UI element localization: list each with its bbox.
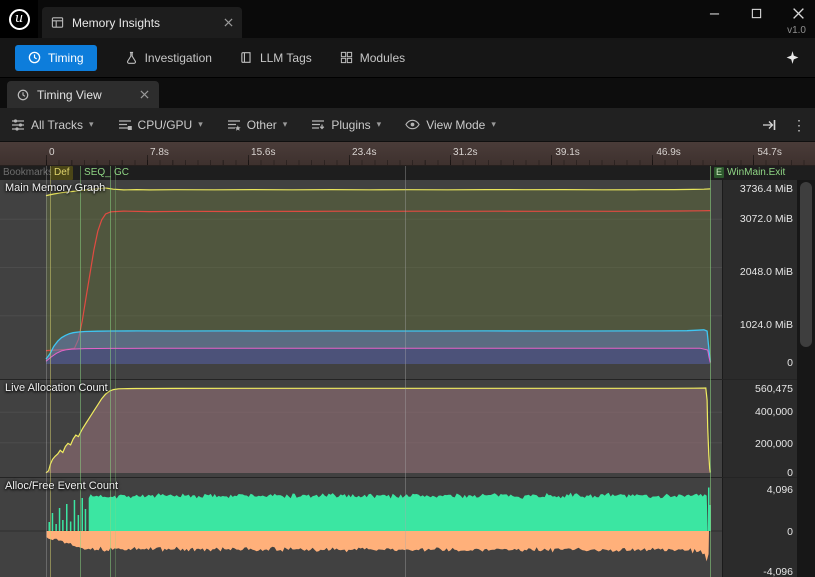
- llm-tags-button-label: LLM Tags: [260, 51, 312, 65]
- vertical-scrollbar[interactable]: [797, 180, 815, 577]
- unreal-engine-logo[interactable]: u: [0, 0, 38, 38]
- table-grid-icon: [51, 16, 64, 29]
- timeline-panel: 0 7.8s 15.6s 23.4s 31.2s 39.1s 46.9s 54.7s Book…: [0, 142, 815, 577]
- view-mode-dropdown[interactable]: View Mode ▾: [405, 118, 496, 132]
- main-memory-chart: [0, 180, 722, 380]
- chevron-down-icon: ▾: [377, 119, 382, 130]
- tab-close-icon[interactable]: [224, 18, 233, 27]
- chevron-down-icon: ▾: [283, 119, 288, 130]
- tracks-area: Main Memory Graph 3736.4 MiB 3072.0 MiB 20…: [0, 180, 815, 577]
- window-controls: [705, 3, 807, 23]
- title-bar: u Memory Insights v1.0: [0, 0, 815, 38]
- modules-button-label: Modules: [360, 51, 405, 65]
- tracks-filter-icon: [11, 119, 25, 131]
- investigation-button-label: Investigation: [145, 51, 212, 65]
- track-live-allocation-count[interactable]: Live Allocation Count 560,475 400,000 200,…: [0, 380, 815, 478]
- axis-label: 4,096: [767, 484, 793, 496]
- minimize-button[interactable]: [705, 3, 723, 23]
- other-label: Other: [247, 118, 277, 132]
- main-toolbar: Timing Investigation LLM Tags Modules: [0, 38, 815, 78]
- tab-timing-view[interactable]: Timing View: [7, 81, 159, 108]
- axis-label: 0: [787, 357, 793, 369]
- modules-icon: [340, 51, 353, 64]
- alloc-free-chart: [0, 478, 722, 577]
- track-title-alloc-free: Alloc/Free Event Count: [5, 480, 118, 492]
- other-filter-icon: [227, 119, 241, 131]
- filter-bar: All Tracks ▾ CPU/GPU ▾ Other ▾ Plugins ▾…: [0, 108, 815, 142]
- track-alloc-free-event-count[interactable]: Alloc/Free Event Count 4,096 0 -4,096: [0, 478, 815, 577]
- view-tab-bar: Timing View: [0, 78, 815, 108]
- axis-label: -4,096: [763, 566, 793, 577]
- track-main-memory-graph[interactable]: Main Memory Graph 3736.4 MiB 3072.0 MiB 20…: [0, 180, 815, 380]
- book-icon: [240, 51, 253, 64]
- tab-memory-insights[interactable]: Memory Insights: [42, 7, 242, 38]
- marker-label-SEQ_: SEQ_: [81, 166, 114, 180]
- axis-label: 3072.0 MiB: [740, 213, 793, 225]
- marker-label-WinMain.Exit: EWinMain.Exit: [711, 166, 788, 180]
- bookmarks-label: Bookmarks: [3, 166, 53, 180]
- markers-row[interactable]: Bookmarks Def SEQ_GC EWinMain.Exit: [0, 166, 815, 180]
- ruler-label: 7.8s: [150, 147, 169, 158]
- timing-button[interactable]: Timing: [15, 45, 97, 71]
- axis-label: 0: [787, 526, 793, 538]
- live-allocation-chart: [0, 380, 722, 478]
- ruler-label: 0: [49, 147, 55, 158]
- clock-icon: [28, 51, 41, 64]
- version-label: v1.0: [787, 25, 806, 36]
- ruler-label: 31.2s: [453, 147, 477, 158]
- unreal-engine-logo-icon: u: [9, 9, 30, 30]
- axis-label: 3736.4 MiB: [740, 183, 793, 195]
- chevron-down-icon: ▾: [491, 119, 496, 130]
- jump-to-end-icon[interactable]: [762, 119, 776, 131]
- timing-button-label: Timing: [48, 51, 84, 65]
- time-ruler[interactable]: 0 7.8s 15.6s 23.4s 31.2s 39.1s 46.9s 54.7s: [0, 142, 815, 166]
- scrollbar-thumb[interactable]: [800, 182, 812, 347]
- ruler-label: 23.4s: [352, 147, 376, 158]
- tab-timing-view-label: Timing View: [37, 88, 102, 102]
- maximize-button[interactable]: [747, 3, 765, 23]
- tab-close-icon[interactable]: [140, 90, 149, 99]
- ruler-label: 54.7s: [757, 147, 781, 158]
- llm-tags-button[interactable]: LLM Tags: [240, 51, 312, 65]
- cpu-gpu-label: CPU/GPU: [138, 118, 193, 132]
- cpu-gpu-dropdown[interactable]: CPU/GPU ▾: [118, 118, 203, 132]
- modules-button[interactable]: Modules: [340, 51, 405, 65]
- filter-bar-right: ⋮: [762, 108, 806, 142]
- chevron-down-icon: ▾: [89, 119, 94, 130]
- view-mode-label: View Mode: [426, 118, 485, 132]
- cpu-gpu-filter-icon: [118, 119, 132, 131]
- axis-label: 1024.0 MiB: [740, 319, 793, 331]
- plugins-filter-icon: [311, 119, 325, 131]
- track-title-live-allocation: Live Allocation Count: [5, 382, 108, 394]
- ruler-label: 46.9s: [656, 147, 680, 158]
- ruler-label: 15.6s: [251, 147, 275, 158]
- all-tracks-label: All Tracks: [31, 118, 83, 132]
- axis-label: 200,000: [755, 438, 793, 450]
- marker-label-Def: Def: [51, 166, 73, 180]
- axis-label: 400,000: [755, 406, 793, 418]
- track-title-main-memory: Main Memory Graph: [5, 182, 105, 194]
- chevron-down-icon: ▾: [198, 119, 203, 130]
- plugins-dropdown[interactable]: Plugins ▾: [311, 118, 381, 132]
- flask-icon: [125, 51, 138, 64]
- other-dropdown[interactable]: Other ▾: [227, 118, 288, 132]
- unreal-insights-app: { "titlebar": {"tab_title": "Memory Insi…: [0, 0, 815, 577]
- ruler-label: 39.1s: [555, 147, 579, 158]
- axis-label: 2048.0 MiB: [740, 266, 793, 278]
- axis-label: 560,475: [755, 383, 793, 395]
- tab-title: Memory Insights: [72, 16, 160, 30]
- all-tracks-dropdown[interactable]: All Tracks ▾: [11, 118, 94, 132]
- close-button[interactable]: [789, 3, 807, 23]
- more-options-icon[interactable]: ⋮: [792, 118, 806, 132]
- marker-label-GC: GC: [111, 166, 132, 180]
- plugins-label: Plugins: [331, 118, 370, 132]
- investigation-button[interactable]: Investigation: [125, 51, 212, 65]
- eye-icon: [405, 119, 420, 130]
- spark-icon[interactable]: [785, 50, 800, 65]
- clock-icon: [17, 89, 29, 101]
